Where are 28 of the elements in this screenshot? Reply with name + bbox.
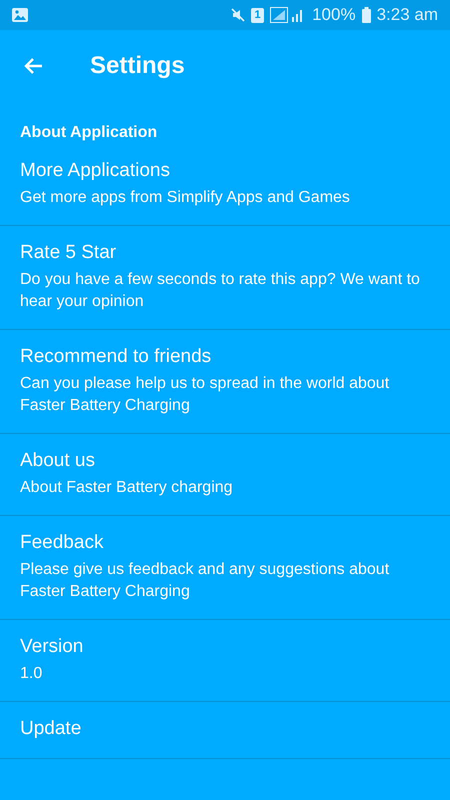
mute-icon [231,8,246,22]
settings-item[interactable]: Rate 5 Star Do you have a few seconds to rate this app? We want to hear your opinion [0,226,450,330]
settings-item[interactable]: Version 1.0 [0,620,450,702]
item-subtitle: Can you please help us to spread in the world about Faster Battery Charging [20,374,390,416]
page-title: Settings [90,52,185,80]
item-subtitle: Get more apps from Simplify Apps and Games [20,188,351,208]
item-title: Feedback [20,531,104,555]
battery-icon [362,7,371,23]
settings-item[interactable]: Recommend to friends Can you please help us to spread in the world about Faster Battery Charging [0,330,450,434]
item-title: About us [20,449,96,473]
item-title: More Applications [20,159,171,183]
settings-item[interactable]: More Applications Get more apps from Simplify Apps and Games [0,144,450,226]
battery-percent: 100% [312,5,356,25]
item-subtitle: Please give us feedback and any suggestions about Faster Battery Charging [20,560,390,602]
section-header: About Application [19,123,158,143]
item-subtitle: Do you have a few seconds to rate this app? We want to hear your opinion [20,270,421,312]
item-title: Recommend to friends [20,345,212,369]
sim-badge: 1 [251,8,264,22]
item-subtitle: 1.0 [20,664,44,684]
item-subtitle: About Faster Battery charging [20,478,234,498]
settings-item[interactable]: Update [0,702,450,759]
item-title: Update [20,717,82,741]
item-title: Rate 5 Star [20,241,118,265]
settings-item[interactable]: About us About Faster Battery charging [0,434,450,516]
item-title: Version [20,635,84,659]
settings-item[interactable]: Feedback Please give us feedback and any suggestions about Faster Battery Charging [0,516,450,620]
clock: 3:23 am [376,5,438,25]
image-icon [12,8,28,22]
